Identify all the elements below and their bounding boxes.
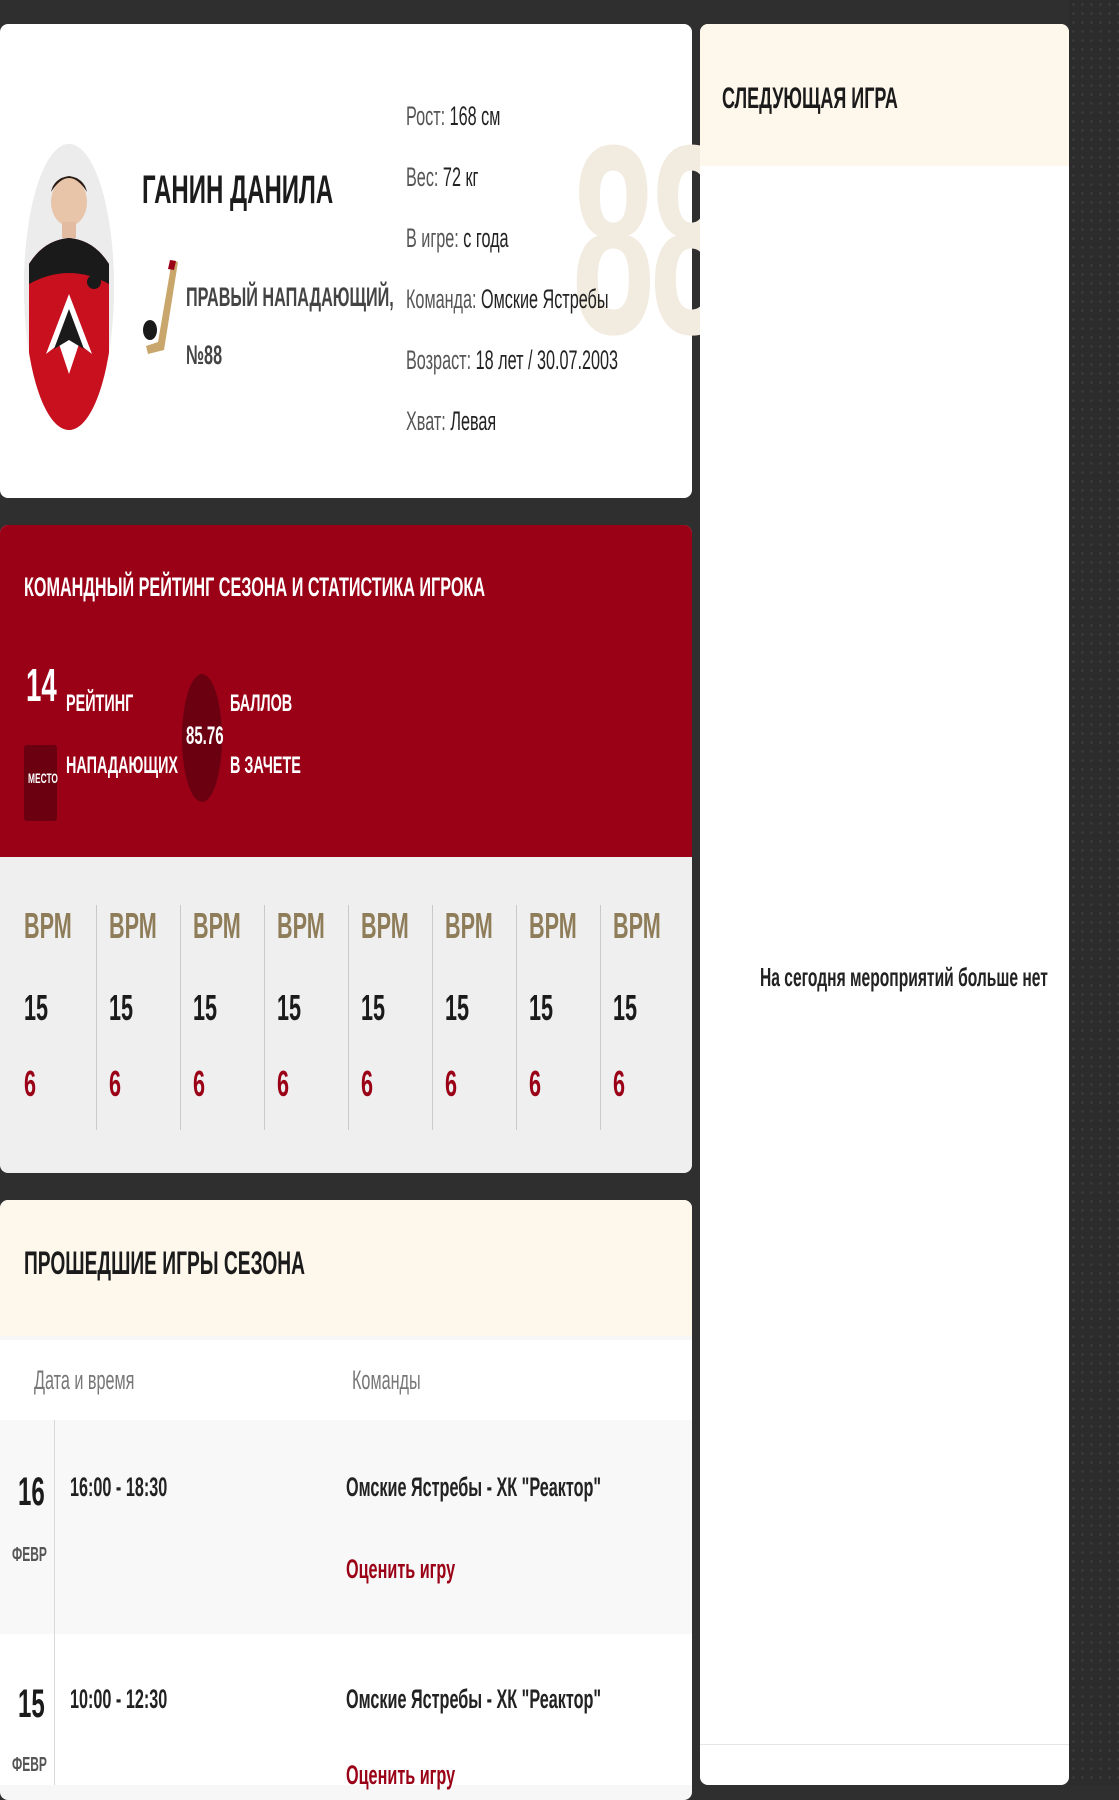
divider	[700, 1744, 1069, 1745]
stat-column: ВРМ 15 6	[180, 905, 264, 1130]
rating-title: КОМАНДНЫЙ РЕЙТИНГ СЕЗОНА И СТАТИСТИКА ИГ…	[24, 572, 486, 602]
stat-label: ВРМ	[109, 905, 157, 946]
stat-label: ВРМ	[361, 905, 409, 946]
rating-label-forwards: НАПАДАЮЩИХ	[66, 752, 179, 779]
stat-column: ВРМ 15 6	[600, 905, 684, 1130]
page-scrollbar-track	[1069, 0, 1119, 1785]
player-avatar	[24, 144, 114, 430]
game-month: ФЕВР	[12, 1544, 47, 1566]
game-time: 16:00 - 18:30	[70, 1472, 168, 1502]
stat-value-primary: 15	[109, 987, 134, 1028]
stat-value-primary: 15	[193, 987, 218, 1028]
rating-label: РЕЙТИНГ	[66, 690, 134, 717]
next-game-title: СЛЕДУЮЩАЯ ИГРА	[722, 82, 898, 115]
stat-label: ВРМ	[24, 905, 72, 946]
past-games-title: ПРОШЕДШИЕ ИГРЫ СЕЗОНА	[24, 1245, 306, 1281]
rate-game-link[interactable]: Оценить игру	[346, 1760, 528, 1791]
stat-label: ВРМ	[277, 905, 325, 946]
stat-label: ВРМ	[193, 905, 241, 946]
stat-label: ВРМ	[529, 905, 577, 946]
stat-value-primary: 15	[277, 987, 302, 1028]
stat-value-secondary: 6	[529, 1063, 542, 1104]
score-label: БАЛЛОВ	[230, 690, 293, 717]
stat-value-secondary: 6	[445, 1063, 458, 1104]
column-date-time: Дата и время	[34, 1365, 135, 1395]
row-divider	[54, 1420, 55, 1634]
stat-value-primary: 15	[24, 987, 49, 1028]
stat-value-secondary: 6	[277, 1063, 290, 1104]
stat-value-primary: 15	[613, 987, 638, 1028]
hockey-stick-icon	[143, 260, 178, 354]
table-row	[0, 1420, 692, 1634]
rate-game-link[interactable]: Оценить игру	[346, 1554, 528, 1585]
game-day: 15	[18, 1682, 45, 1726]
stat-value-secondary: 6	[361, 1063, 374, 1104]
stat-value-secondary: 6	[109, 1063, 122, 1104]
stat-label: ВРМ	[445, 905, 493, 946]
stat-value-primary: 15	[361, 987, 386, 1028]
score-value: 85.76	[186, 722, 224, 750]
stat-column: ВРМ 15 6	[432, 905, 516, 1130]
stat-column: ВРМ 15 6	[348, 905, 432, 1130]
game-time: 10:00 - 12:30	[70, 1684, 168, 1714]
stat-label: ВРМ	[613, 905, 661, 946]
stat-value-primary: 15	[445, 987, 470, 1028]
stat-value-secondary: 6	[193, 1063, 206, 1104]
stat-column: ВРМ 15 6	[24, 905, 107, 1130]
stat-value-primary: 15	[529, 987, 554, 1028]
stat-column: ВРМ 15 6	[516, 905, 600, 1130]
column-teams: Команды	[352, 1365, 421, 1395]
game-month: ФЕВР	[12, 1754, 47, 1776]
stat-column: ВРМ 15 6	[264, 905, 348, 1130]
game-day: 16	[18, 1470, 45, 1514]
stat-value-secondary: 6	[24, 1063, 37, 1104]
next-game-empty-message: На сегодня мероприятий больше нет	[760, 962, 1048, 992]
stat-column: ВРМ 15 6	[96, 905, 180, 1130]
next-game-card: СЛЕДУЮЩАЯ ИГРА На сегодня мероприятий бо…	[700, 24, 1069, 1785]
score-label-credit: В ЗАЧЕТЕ	[230, 752, 301, 779]
stat-value-secondary: 6	[613, 1063, 626, 1104]
